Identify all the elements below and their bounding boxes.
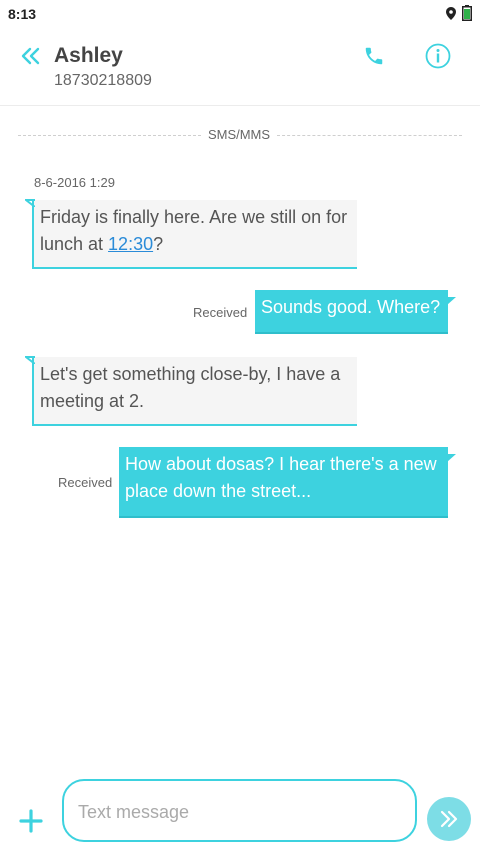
- conversation-header: Ashley 18730218809: [0, 28, 480, 106]
- incoming-message[interactable]: Let's get something close-by, I have a m…: [25, 356, 357, 426]
- call-button[interactable]: [360, 42, 388, 70]
- divider-line-left: [18, 135, 201, 136]
- send-icon: [440, 810, 458, 828]
- message-text: Sounds good. Where?: [261, 297, 441, 317]
- message-text: ?: [153, 234, 164, 254]
- delivery-status: Received: [58, 475, 113, 490]
- contact-number: 18730218809: [54, 72, 152, 89]
- bubble-tail-icon: [25, 199, 35, 207]
- channel-divider-label: SMS/MMS: [207, 127, 271, 142]
- message-text: Let's get something close-by, I have a m…: [40, 364, 341, 411]
- status-time: 8:13: [8, 6, 37, 22]
- back-button[interactable]: [16, 42, 46, 70]
- status-icons: [446, 5, 472, 26]
- add-icon: [19, 809, 43, 833]
- message-input[interactable]: [78, 799, 398, 825]
- time-link[interactable]: 12:30: [108, 234, 153, 254]
- divider-line-right: [277, 135, 462, 136]
- battery-icon: [462, 5, 472, 26]
- bubble-tail-icon: [25, 356, 35, 364]
- bubble-tail-icon: [447, 454, 456, 462]
- back-icon: [21, 47, 40, 65]
- info-icon: [425, 43, 451, 69]
- status-bar: 8:13: [0, 0, 480, 28]
- info-button[interactable]: [424, 42, 452, 70]
- bubble-tail-icon: [447, 297, 456, 305]
- location-icon: [446, 6, 456, 25]
- message-timestamp: 8-6-2016 1:29: [34, 175, 115, 190]
- add-attachment-button[interactable]: [14, 806, 48, 836]
- message-text: How about dosas? I hear there's a new pl…: [125, 454, 437, 501]
- message-composer: [62, 779, 417, 842]
- incoming-message[interactable]: Friday is finally here. Are we still on …: [25, 199, 357, 269]
- message-text: Friday is finally here. Are we still on …: [40, 207, 348, 254]
- outgoing-message[interactable]: Sounds good. Where?: [255, 290, 456, 334]
- outgoing-message[interactable]: How about dosas? I hear there's a new pl…: [119, 447, 456, 518]
- delivery-status: Received: [193, 305, 248, 320]
- phone-icon: [365, 47, 383, 65]
- contact-name: Ashley: [54, 44, 123, 67]
- send-button[interactable]: [427, 797, 471, 841]
